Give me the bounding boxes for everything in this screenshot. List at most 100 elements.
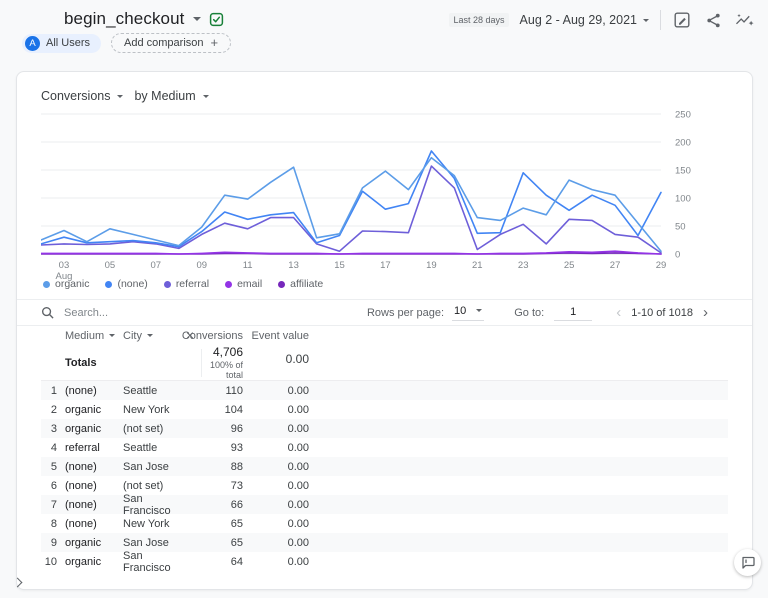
add-comparison-label: Add comparison — [124, 37, 204, 49]
cell-event-value: 0.00 — [243, 499, 309, 511]
y-axis-tick-label: 150 — [675, 166, 691, 177]
table-totals-row: Totals 4,706 100% of total 0.00 — [41, 345, 728, 381]
cell-city: Seattle — [123, 385, 179, 397]
legend-item-organic[interactable]: organic — [43, 278, 89, 290]
x-axis-tick-label: 05 — [105, 260, 116, 271]
feedback-button[interactable] — [734, 549, 761, 576]
search-icon — [41, 306, 54, 319]
date-range-selector[interactable]: Aug 2 - Aug 29, 2021 — [520, 13, 649, 27]
x-axis-tick-label: 29 — [656, 260, 667, 271]
cell-conversions: 73 — [201, 480, 243, 492]
cell-medium: (none) — [57, 385, 123, 397]
x-axis-tick-label: 15 — [334, 260, 345, 271]
cell-medium: (none) — [57, 461, 123, 473]
report-title-row: begin_checkout — [64, 9, 224, 29]
legend-label: referral — [176, 278, 209, 290]
x-axis-tick-label: 09 — [196, 260, 207, 271]
table-row: 3organic(not set)960.00 — [41, 419, 728, 438]
goto-label: Go to: — [514, 307, 544, 319]
totals-conversions-subtext: 100% of total — [202, 360, 243, 380]
goto-page-input[interactable] — [554, 305, 592, 321]
dimension-selector-label[interactable]: by Medium — [134, 89, 195, 103]
cell-index: 3 — [41, 423, 57, 435]
cell-city: New York — [123, 518, 179, 530]
cell-event-value: 0.00 — [243, 442, 309, 454]
data-table: Medium City × Conversions Event value To… — [41, 326, 728, 571]
title-dropdown-caret-icon[interactable] — [193, 17, 201, 21]
y-axis-tick-label: 100 — [675, 194, 691, 205]
previous-page-icon[interactable]: ‹ — [616, 307, 621, 319]
dimension-selector-caret-icon[interactable] — [203, 95, 209, 98]
cell-event-value: 0.00 — [243, 537, 309, 549]
rows-per-page-label: Rows per page: — [367, 307, 444, 319]
cell-medium: organic — [57, 404, 123, 416]
cell-index: 7 — [41, 499, 57, 511]
column-header-conversions[interactable]: Conversions — [201, 330, 243, 342]
totals-conversions-value: 4,706 — [213, 345, 243, 359]
add-comparison-button[interactable]: Add comparison + — [111, 33, 231, 53]
x-axis-tick-label: 27 — [610, 260, 621, 271]
all-users-chip[interactable]: A All Users — [22, 34, 101, 53]
table-row: 4referralSeattle930.00 — [41, 438, 728, 457]
legend-dot-icon — [278, 281, 285, 288]
metric-selector-label[interactable]: Conversions — [41, 89, 110, 103]
cell-index: 2 — [41, 404, 57, 416]
totals-label: Totals — [57, 357, 123, 369]
line-chart-svg: 05010015020025003Aug05070911131517192123… — [41, 108, 717, 286]
cell-conversions: 93 — [201, 442, 243, 454]
legend-item-none[interactable]: (none) — [105, 278, 147, 290]
table-body: 1(none)Seattle1100.002organicNew York104… — [41, 381, 728, 571]
totals-event-value: 0.00 — [243, 345, 309, 366]
medium-sort-caret-icon — [109, 334, 115, 337]
cell-medium: (none) — [57, 499, 123, 511]
date-range-caret-icon — [643, 19, 649, 22]
page-title: begin_checkout — [64, 9, 185, 29]
legend-dot-icon — [105, 281, 112, 288]
cell-conversions: 65 — [201, 518, 243, 530]
table-row: 2organicNew York1040.00 — [41, 400, 728, 419]
cell-event-value: 0.00 — [243, 404, 309, 416]
search-input[interactable] — [62, 306, 262, 320]
x-axis-tick-label: 11 — [243, 260, 253, 271]
legend-label: affiliate — [290, 278, 323, 290]
comparison-chips-row: A All Users Add comparison + — [22, 33, 231, 53]
comparison-avatar: A — [25, 36, 40, 51]
metric-selector-caret-icon[interactable] — [117, 95, 123, 98]
x-axis-tick-label: 07 — [151, 260, 162, 271]
cell-index: 4 — [41, 442, 57, 454]
cell-city: San Jose — [123, 537, 179, 549]
expand-navigation-icon[interactable] — [11, 576, 25, 590]
cell-medium: (none) — [57, 518, 123, 530]
chart-line-(none) — [41, 151, 661, 247]
search-box[interactable] — [41, 306, 367, 320]
table-row: 7(none)San Francisco660.00 — [41, 495, 728, 514]
city-sort-caret-icon — [147, 334, 153, 337]
chart-line-organic — [41, 158, 661, 252]
legend-item-affiliate[interactable]: affiliate — [278, 278, 323, 290]
legend-item-email[interactable]: email — [225, 278, 262, 290]
next-page-icon[interactable]: › — [703, 307, 708, 319]
cell-city: Seattle — [123, 442, 179, 454]
date-preset-badge: Last 28 days — [449, 13, 508, 27]
feedback-icon — [741, 556, 755, 569]
x-axis-tick-label: 25 — [564, 260, 575, 271]
customize-report-icon[interactable] — [672, 10, 692, 30]
legend-label: (none) — [117, 278, 147, 290]
column-header-medium[interactable]: Medium — [57, 330, 123, 342]
column-header-city[interactable]: City — [123, 330, 179, 342]
share-icon[interactable] — [703, 10, 723, 30]
cell-conversions: 66 — [201, 499, 243, 511]
column-header-event-value[interactable]: Event value — [243, 330, 309, 342]
cell-index: 10 — [41, 556, 57, 568]
rows-per-page-select[interactable]: 10 — [452, 305, 484, 321]
cell-index: 5 — [41, 461, 57, 473]
cell-event-value: 0.00 — [243, 518, 309, 530]
cell-index: 8 — [41, 518, 57, 530]
y-axis-tick-label: 250 — [675, 110, 691, 121]
report-card: Conversions by Medium 05010015020025003A… — [16, 71, 753, 590]
table-header-row: Medium City × Conversions Event value — [41, 326, 728, 345]
cell-event-value: 0.00 — [243, 556, 309, 568]
x-axis-tick-label: 13 — [288, 260, 299, 271]
legend-item-referral[interactable]: referral — [164, 278, 209, 290]
insights-icon[interactable] — [734, 10, 754, 30]
